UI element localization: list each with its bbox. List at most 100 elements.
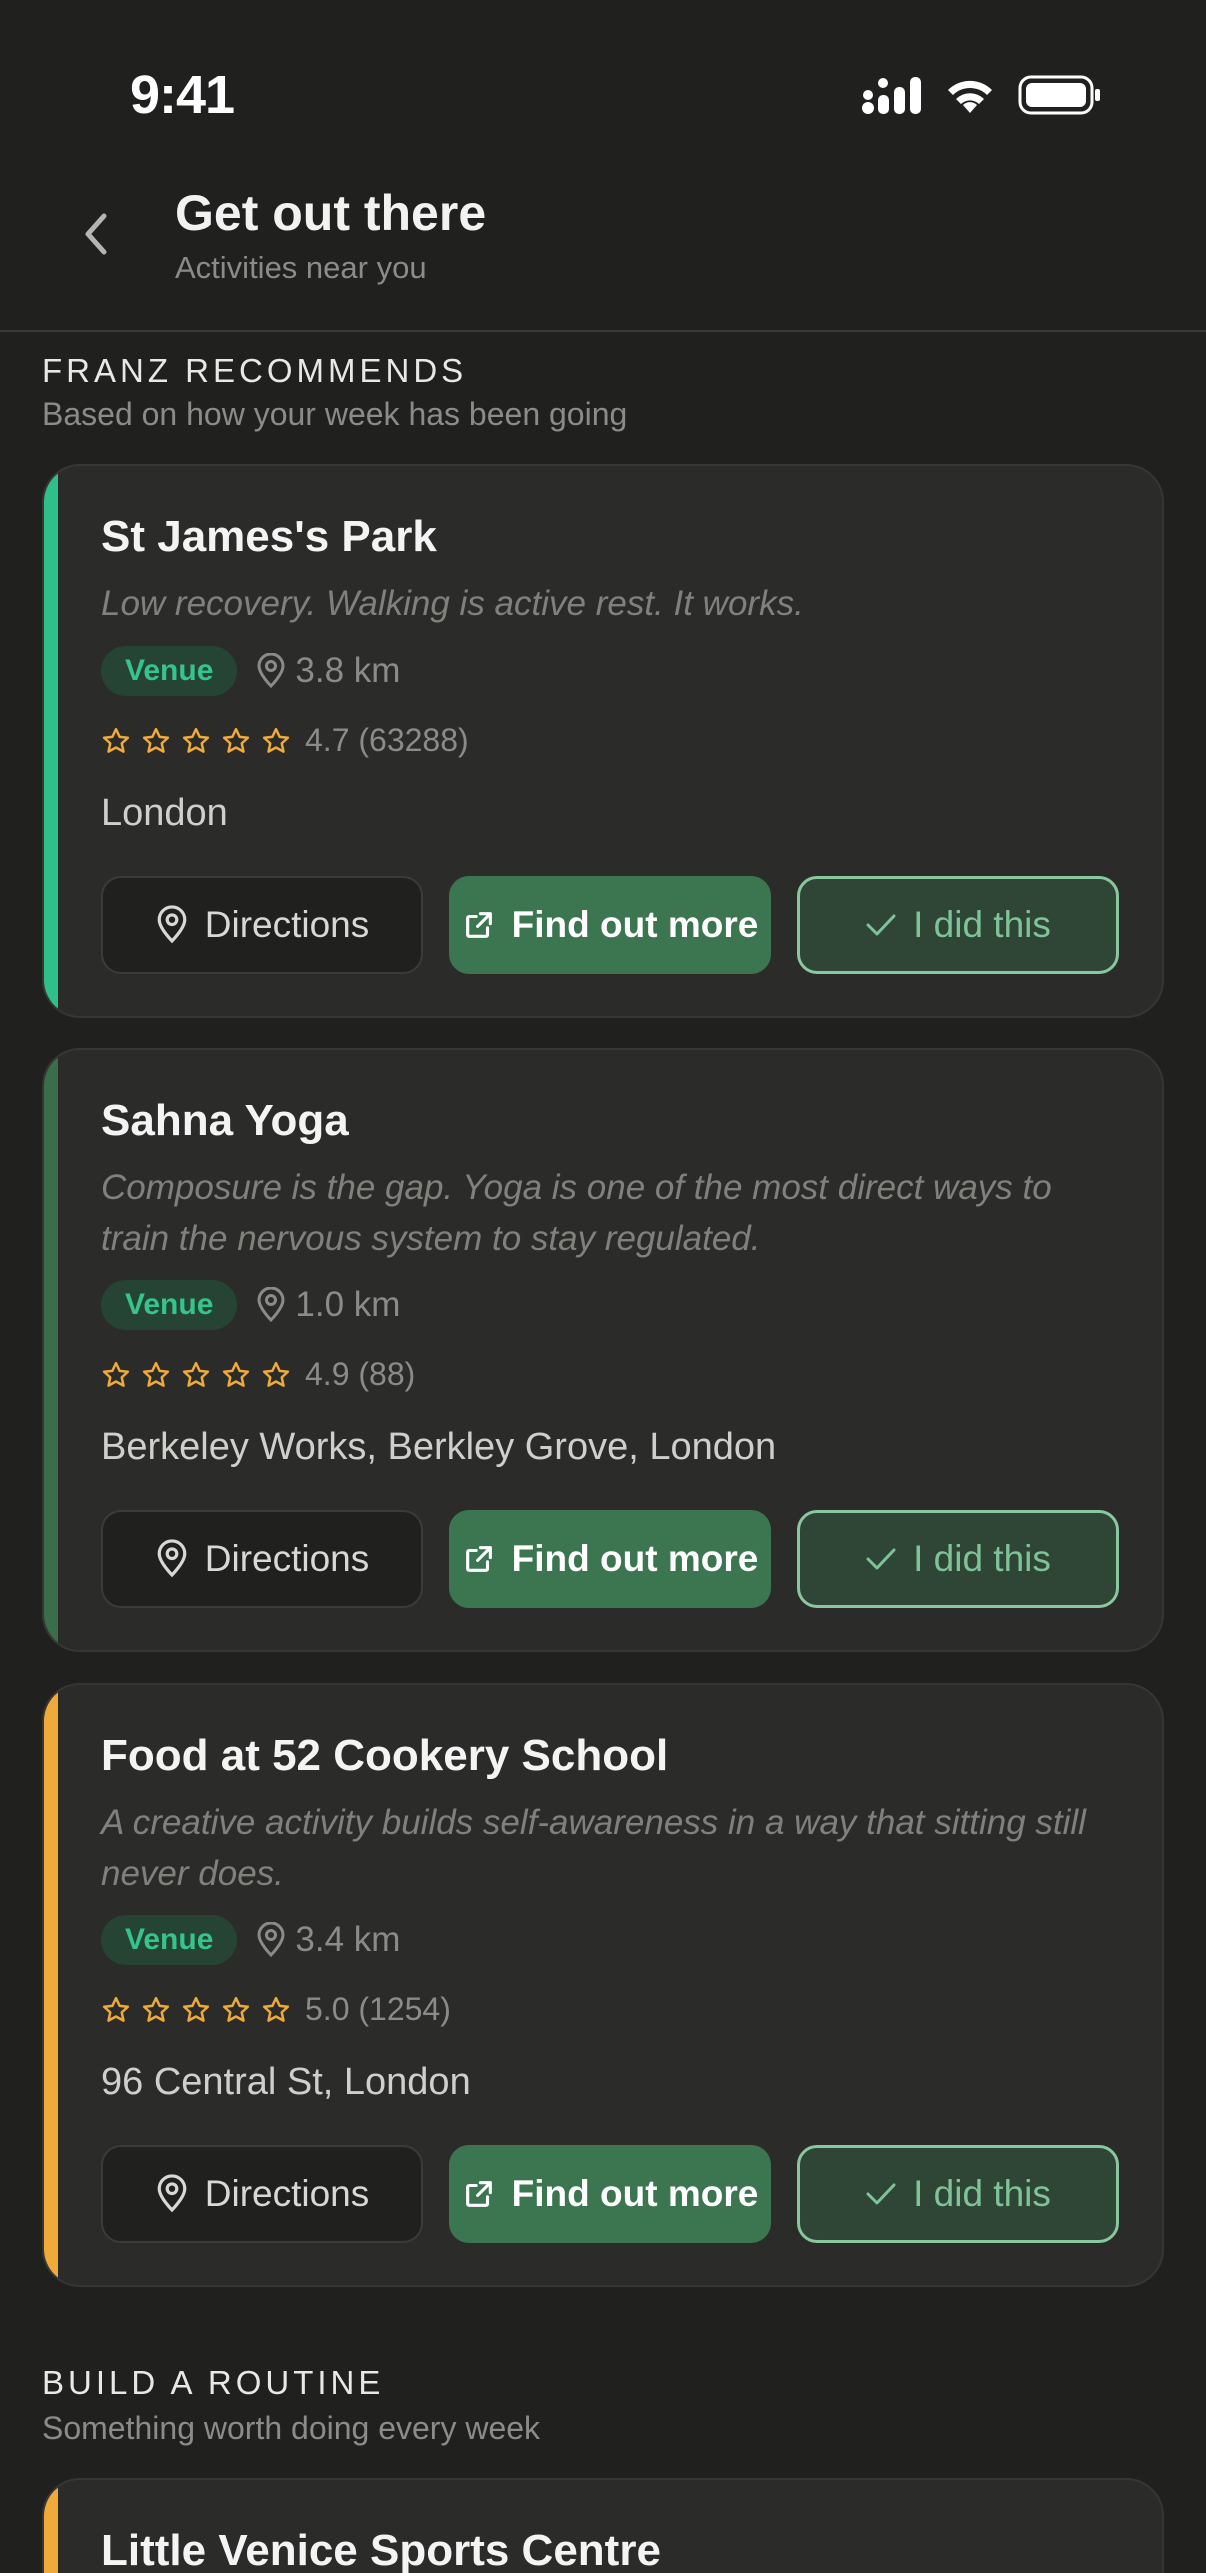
distance: 1.0 km xyxy=(255,1285,400,1325)
directions-button[interactable]: Directions xyxy=(101,2145,423,2243)
check-icon xyxy=(866,914,896,936)
location-pin-icon xyxy=(157,905,187,944)
activity-card: Little Venice Sports Centre xyxy=(42,2478,1164,2573)
location-pin-icon xyxy=(157,1539,187,1578)
external-link-icon xyxy=(465,912,492,938)
card-accent-bar xyxy=(44,1685,58,2285)
star-icon xyxy=(102,1996,130,2022)
location-pin-icon xyxy=(157,2174,187,2213)
rating-row: 4.7 (63288) xyxy=(101,722,469,759)
star-icon xyxy=(142,1996,170,2022)
status-time: 9:41 xyxy=(130,65,235,125)
star-icon xyxy=(262,727,290,753)
distance-value: 3.8 km xyxy=(295,651,401,690)
card-accent-bar xyxy=(44,466,58,1016)
screen: 9:41 Get out there Activities near you F… xyxy=(0,0,1206,2573)
card-title: Little Venice Sports Centre xyxy=(101,2526,661,2573)
rating-text: 5.0 (1254) xyxy=(305,1991,451,2027)
i-did-this-button[interactable]: I did this xyxy=(797,876,1119,974)
star-icon xyxy=(182,1361,210,1387)
card-description: Composure is the gap. Yoga is one of the… xyxy=(101,1168,1052,1258)
star-icon xyxy=(182,1996,210,2022)
distance: 3.4 km xyxy=(255,1920,400,1960)
wifi-icon xyxy=(948,80,992,113)
star-icon xyxy=(102,1361,130,1387)
card-meta: Venue 1.0 km xyxy=(101,1280,400,1330)
back-button[interactable] xyxy=(64,202,128,266)
rating-text: 4.9 (88) xyxy=(305,1356,416,1392)
i-did-this-label: I did this xyxy=(913,1538,1051,1579)
directions-button[interactable]: Directions xyxy=(101,1510,423,1608)
card-actions: Directions Find out more I did this xyxy=(101,1510,1119,1608)
card-address: 96 Central St, London xyxy=(101,2061,471,2103)
star-rating xyxy=(101,1995,291,2025)
card-title: Sahna Yoga xyxy=(101,1096,349,1145)
page-title: Get out there xyxy=(175,185,487,241)
star-icon xyxy=(142,727,170,753)
star-icon xyxy=(182,727,210,753)
card-accent-bar xyxy=(44,2480,58,2573)
chevron-left-icon xyxy=(85,213,107,255)
i-did-this-label: I did this xyxy=(913,2173,1051,2214)
external-link-icon xyxy=(465,1546,492,1572)
header: Get out there Activities near you xyxy=(0,160,1206,332)
section-subtitle-recommends: Based on how your week has been going xyxy=(42,396,628,432)
find-out-more-label: Find out more xyxy=(511,904,759,945)
card-description: Low recovery. Walking is active rest. It… xyxy=(101,584,804,623)
card-meta: Venue 3.4 km xyxy=(101,1915,400,1965)
activity-card: St James's Park Low recovery. Walking is… xyxy=(42,464,1164,1018)
star-icon xyxy=(262,1361,290,1387)
i-did-this-label: I did this xyxy=(913,904,1051,945)
card-address: Berkeley Works, Berkley Grove, London xyxy=(101,1426,777,1468)
star-icon xyxy=(222,727,250,753)
star-icon xyxy=(222,1361,250,1387)
find-out-more-label: Find out more xyxy=(511,2173,759,2214)
section-label-routine: BUILD A ROUTINE xyxy=(42,2364,385,2401)
star-icon xyxy=(102,727,130,753)
card-title: Food at 52 Cookery School xyxy=(101,1731,669,1780)
location-pin-icon xyxy=(257,1287,285,1323)
star-icon xyxy=(142,1361,170,1387)
activity-card: Sahna Yoga Composure is the gap. Yoga is… xyxy=(42,1048,1164,1652)
star-rating xyxy=(101,1360,291,1390)
find-out-more-button[interactable]: Find out more xyxy=(449,2145,771,2243)
rating-row: 5.0 (1254) xyxy=(101,1991,451,2028)
status-icons xyxy=(862,74,1102,116)
rating-row: 4.9 (88) xyxy=(101,1356,415,1393)
card-accent-bar xyxy=(44,1050,58,1650)
i-did-this-button[interactable]: I did this xyxy=(797,2145,1119,2243)
star-rating xyxy=(101,726,291,756)
rating-text: 4.7 (63288) xyxy=(305,722,469,758)
directions-label: Directions xyxy=(204,2173,370,2214)
i-did-this-button[interactable]: I did this xyxy=(797,1510,1119,1608)
distance-value: 1.0 km xyxy=(295,1285,401,1324)
card-actions: Directions Find out more I did this xyxy=(101,876,1119,974)
cellular-signal-icon xyxy=(862,77,921,114)
distance: 3.8 km xyxy=(255,651,400,691)
card-title: St James's Park xyxy=(101,512,437,561)
venue-badge: Venue xyxy=(101,1915,238,1965)
star-icon xyxy=(222,1996,250,2022)
battery-icon xyxy=(1018,75,1100,115)
directions-label: Directions xyxy=(204,904,370,945)
card-meta: Venue 3.8 km xyxy=(101,646,400,696)
status-bar: 9:41 xyxy=(0,0,1206,160)
external-link-icon xyxy=(465,2181,492,2207)
section-label-recommends: FRANZ RECOMMENDS xyxy=(42,352,468,389)
directions-button[interactable]: Directions xyxy=(101,876,423,974)
card-actions: Directions Find out more I did this xyxy=(101,2145,1119,2243)
venue-badge: Venue xyxy=(101,1280,238,1330)
activity-card: Food at 52 Cookery School A creative act… xyxy=(42,1683,1164,2287)
find-out-more-label: Find out more xyxy=(511,1538,759,1579)
card-address: London xyxy=(101,792,228,834)
venue-badge: Venue xyxy=(101,646,238,696)
check-icon xyxy=(866,2183,896,2205)
check-icon xyxy=(866,1548,896,1570)
card-description: A creative activity builds self-awarenes… xyxy=(101,1803,1086,1893)
section-subtitle-routine: Something worth doing every week xyxy=(42,2410,541,2446)
location-pin-icon xyxy=(257,653,285,689)
find-out-more-button[interactable]: Find out more xyxy=(449,876,771,974)
location-pin-icon xyxy=(257,1922,285,1958)
find-out-more-button[interactable]: Find out more xyxy=(449,1510,771,1608)
page-subtitle: Activities near you xyxy=(175,250,427,285)
